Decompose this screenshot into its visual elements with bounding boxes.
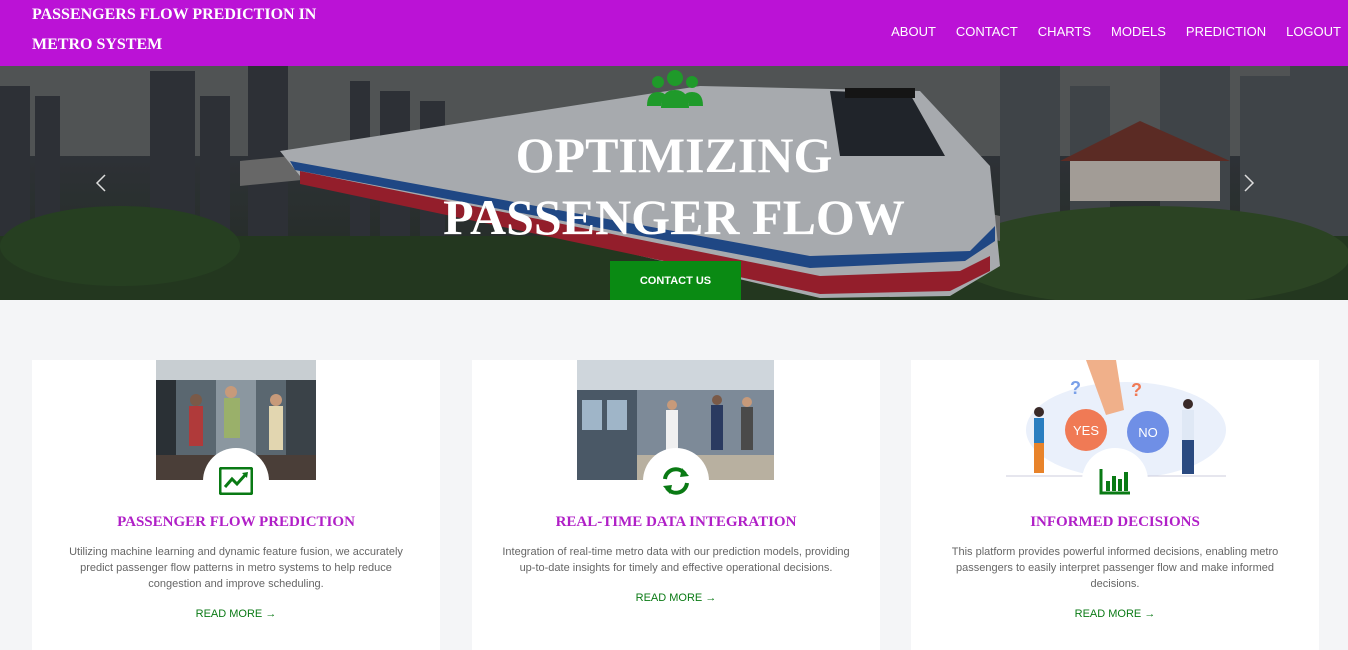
card-icon-holder — [643, 448, 709, 514]
brand-line-2: METRO SYSTEM — [32, 36, 163, 53]
top-navbar: PASSENGERS FLOW PREDICTION IN METRO SYST… — [0, 0, 1348, 66]
contact-us-button[interactable]: CONTACT US — [610, 261, 741, 300]
card-title: PASSENGER FLOW PREDICTION — [117, 514, 355, 530]
feature-card-realtime: REAL-TIME DATA INTEGRATION Integration o… — [472, 360, 880, 650]
read-more-link[interactable]: READ MORE → — [911, 608, 1319, 620]
bar-chart-icon — [1099, 469, 1130, 495]
sync-icon — [663, 467, 689, 495]
nav-logout[interactable]: LOGOUT — [1286, 24, 1341, 39]
nav-charts[interactable]: CHARTS — [1038, 24, 1091, 39]
card-title: INFORMED DECISIONS — [1030, 514, 1200, 530]
hero-title-line-2: PASSENGER FLOW — [443, 189, 905, 245]
svg-text:?: ? — [1070, 378, 1081, 398]
nav-contact[interactable]: CONTACT — [956, 24, 1018, 39]
nav-prediction[interactable]: PREDICTION — [1186, 24, 1266, 39]
main-nav: ABOUT CONTACT CHARTS MODELS PREDICTION L… — [871, 24, 1341, 39]
svg-text:?: ? — [1131, 380, 1142, 400]
card-title: REAL-TIME DATA INTEGRATION — [555, 514, 797, 530]
people-group-icon — [647, 70, 703, 108]
hero-carousel: OPTIMIZING PASSENGER FLOW CONTACT US — [0, 66, 1348, 300]
card-icon-holder — [203, 448, 269, 514]
feature-card-prediction: PASSENGER FLOW PREDICTION Utilizing mach… — [32, 360, 440, 650]
feature-card-decisions: YES NO ? ? INFORMED DECISIONS This platf… — [911, 360, 1319, 650]
read-more-link[interactable]: READ MORE → — [472, 592, 880, 604]
svg-text:NO: NO — [1138, 425, 1158, 440]
card-icon-holder — [1082, 448, 1148, 514]
card-description: This platform provides powerful informed… — [951, 546, 1279, 590]
site-brand[interactable]: PASSENGERS FLOW PREDICTION IN METRO SYST… — [32, 0, 362, 60]
card-description: Utilizing machine learning and dynamic f… — [69, 546, 403, 590]
hero-title-line-1: OPTIMIZING — [515, 127, 833, 183]
card-description: Integration of real-time metro data with… — [502, 546, 850, 574]
nav-about[interactable]: ABOUT — [891, 24, 936, 39]
svg-text:YES: YES — [1073, 423, 1099, 438]
hero-content: OPTIMIZING PASSENGER FLOW CONTACT US — [0, 66, 1348, 300]
trend-chart-icon — [219, 467, 253, 495]
read-more-link[interactable]: READ MORE → — [32, 608, 440, 620]
nav-models[interactable]: MODELS — [1111, 24, 1166, 39]
hero-title: OPTIMIZING PASSENGER FLOW — [374, 124, 974, 248]
brand-line-1: PASSENGERS FLOW PREDICTION IN — [32, 6, 317, 23]
